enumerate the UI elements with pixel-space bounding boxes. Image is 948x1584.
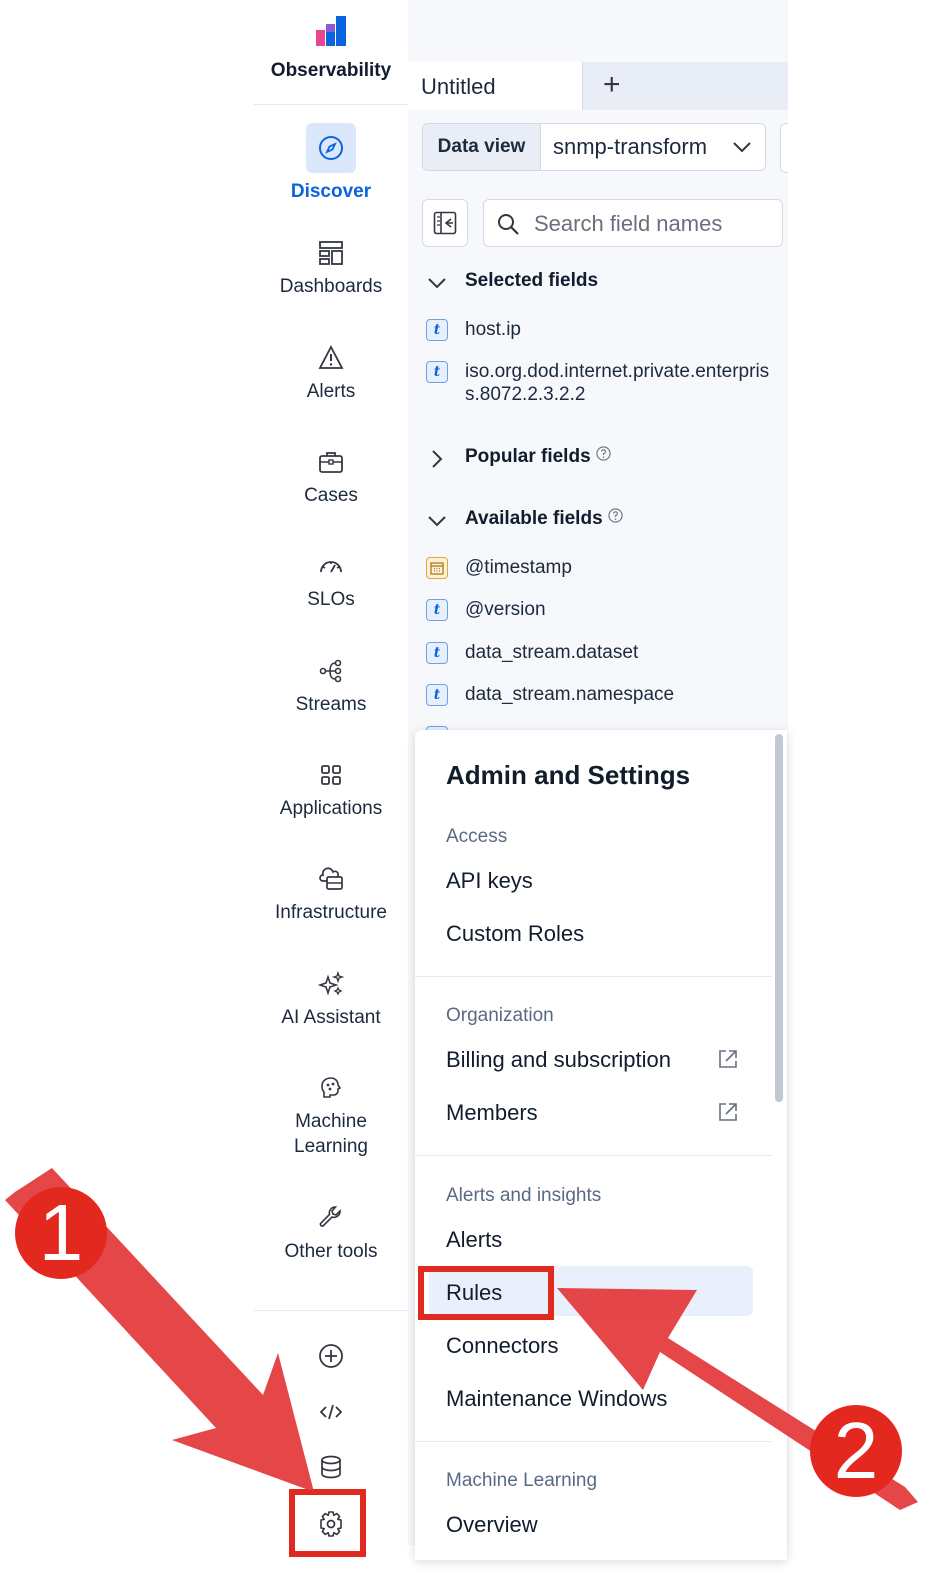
annotation-arrows — [5, 1168, 918, 1510]
step-badge-1: 1 — [15, 1187, 107, 1279]
step-badge-2: 2 — [810, 1405, 902, 1497]
